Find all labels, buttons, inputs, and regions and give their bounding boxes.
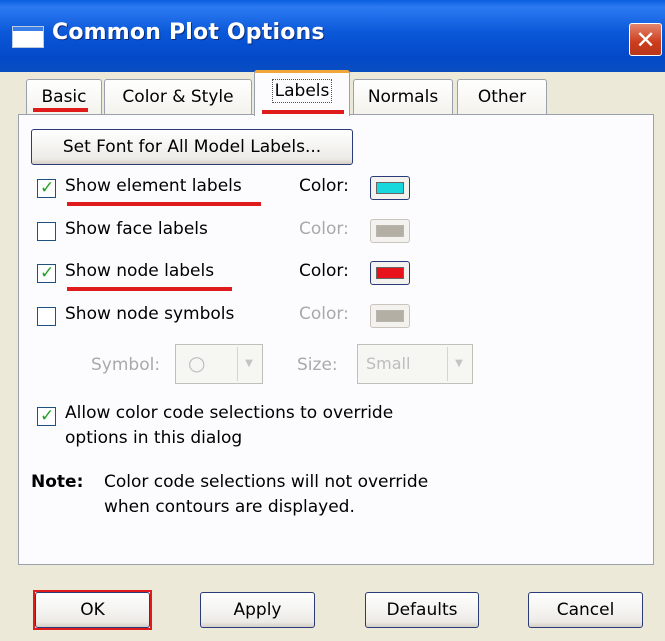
symbol-select: ○ ▼ [175,344,263,384]
show-face-labels-checkbox[interactable] [37,222,56,241]
color-fill [376,225,404,237]
annotation-underline-basic [33,108,88,112]
cancel-button[interactable]: Cancel [528,592,643,628]
symbol-label: Symbol: [91,355,161,375]
tab-label: Color & Style [122,87,234,107]
common-plot-options-dialog: Common Plot Options ✕ Basic Color & Styl… [0,0,665,641]
size-select: Small ▼ [357,344,473,384]
color-fill [376,310,404,322]
chevron-down-icon: ▼ [447,347,470,381]
window-icon [12,26,44,48]
symbol-color-label: Color: [299,304,349,324]
note-line2: when contours are displayed. [104,497,355,517]
symbol-color-swatch [370,304,410,328]
tab-color-style[interactable]: Color & Style [104,79,252,115]
apply-button-label: Apply [233,600,282,620]
note-label: Note: [31,472,84,492]
show-element-labels-checkbox[interactable]: ✓ [37,178,56,198]
color-fill [376,267,404,279]
check-icon: ✓ [40,263,55,283]
tab-other[interactable]: Other [457,79,547,115]
annotation-underline-element [67,202,261,206]
show-node-labels-checkbox[interactable]: ✓ [37,263,56,283]
show-element-labels-label: Show element labels [65,176,242,196]
close-button[interactable]: ✕ [629,23,662,56]
set-font-button-label: Set Font for All Model Labels... [62,137,322,157]
face-color-label: Color: [299,219,349,239]
face-color-swatch [370,219,410,243]
tab-label: Other [477,87,527,107]
show-node-symbols-label: Show node symbols [65,304,235,324]
annotation-underline-node [67,287,232,291]
show-face-labels-label: Show face labels [65,219,208,239]
color-fill [376,182,404,194]
size-label: Size: [297,355,338,375]
apply-button[interactable]: Apply [200,592,315,628]
node-color-swatch[interactable] [370,261,410,285]
tab-normals[interactable]: Normals [353,79,453,115]
note-line1: Color code selections will not override [104,472,429,492]
title-bar[interactable]: Common Plot Options ✕ [0,0,665,72]
chevron-down-icon: ▼ [237,347,260,381]
defaults-button[interactable]: Defaults [365,592,479,628]
labels-tab-panel: Set Font for All Model Labels... ✓ Show … [18,114,654,565]
element-color-label: Color: [299,176,349,196]
cancel-button-label: Cancel [556,600,615,620]
annotation-underline-labels [262,110,344,114]
node-color-label: Color: [299,261,349,281]
allow-color-override-checkbox[interactable]: ✓ [37,406,56,426]
check-icon: ✓ [40,406,55,426]
tab-label: Labels [271,79,333,103]
size-select-value: Small [366,354,411,373]
defaults-button-label: Defaults [386,600,458,620]
allow-override-line2: options in this dialog [65,428,243,448]
set-font-button[interactable]: Set Font for All Model Labels... [31,129,353,165]
tab-label: Normals [367,87,439,107]
circle-symbol-icon: ○ [188,351,206,375]
allow-override-line1: Allow color code selections to override [65,403,394,423]
show-node-symbols-checkbox[interactable] [37,307,56,326]
element-color-swatch[interactable] [370,176,410,200]
window-title: Common Plot Options [52,20,325,45]
close-icon: ✕ [635,26,656,54]
show-node-labels-label: Show node labels [65,261,215,281]
check-icon: ✓ [40,178,55,198]
annotation-box-ok [33,590,152,630]
